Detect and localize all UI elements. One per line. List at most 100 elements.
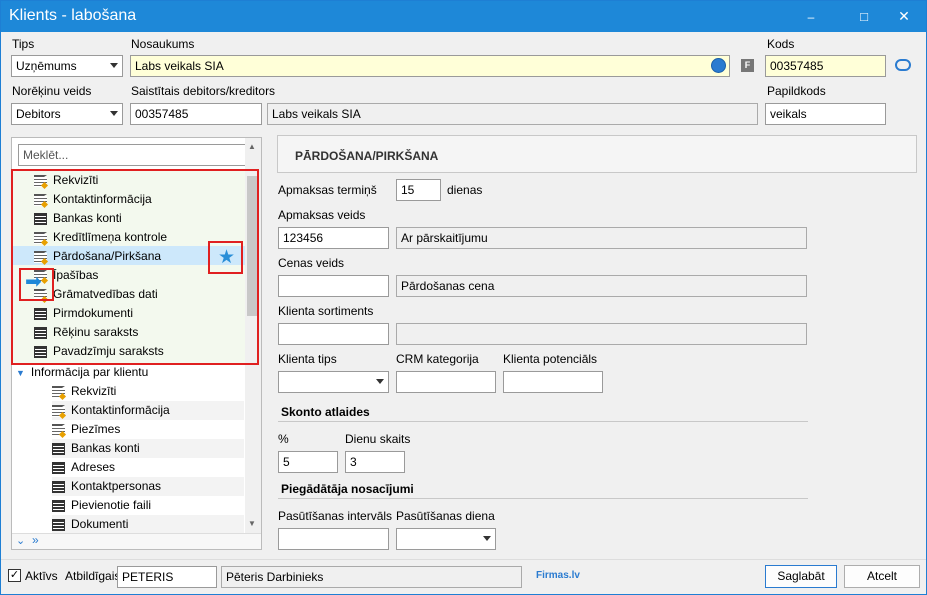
title-bar: Klients - labošana – □ ✕ [1,1,926,32]
chevron-down-icon [376,379,384,384]
divider [278,498,808,499]
noreķinu-select[interactable]: Debitors [11,103,123,125]
edit-note-icon [52,405,65,417]
tree-subitem-kontaktinformacija[interactable]: Kontaktinformācija [52,401,244,420]
apmaksas-veids-code-input[interactable]: 123456 [278,227,389,249]
klienta-sortiments-name-field [396,323,807,345]
close-button[interactable]: ✕ [881,1,927,32]
klienta-sortiments-code-input[interactable] [278,323,389,345]
apmaksas-termins-label: Apmaksas termiņš [278,183,377,197]
dienas-label: dienas [447,183,483,197]
cancel-button[interactable]: Atcelt [844,565,920,588]
apmaksas-termins-input[interactable]: 15 [396,179,441,201]
tips-value: Uzņēmums [16,59,77,73]
klienta-tips-label: Klienta tips [278,352,337,366]
tree-footer: ⌄ » [12,533,261,549]
tree-item-label: Kontaktinformācija [71,403,170,417]
name-label: Nosaukums [131,37,195,51]
aktivs-label: Aktīvs [25,569,58,583]
window-title: Klients - labošana [9,7,137,24]
papildkods-input[interactable]: veikals [765,103,886,125]
scroll-up-icon[interactable]: ▲ [248,142,256,151]
minimize-icon: – [807,9,815,24]
potencials-input[interactable] [503,371,603,393]
atbildigais-label: Atbildīgais [65,569,121,583]
tree-item-label: Pievienotie faili [71,498,152,512]
tips-label: Tips [12,37,35,51]
kods-input[interactable]: 00357485 [765,55,886,77]
table-icon [52,462,65,474]
pasutisanas-intervals-label: Pasūtīšanas intervāls [278,509,393,523]
tree-item-label: Dokumenti [71,517,129,531]
expand-all-icon[interactable]: ⌄ [16,534,25,547]
pasutisanas-diena-select[interactable] [396,528,496,550]
collapse-all-icon[interactable]: » [32,533,39,547]
atbildigais-name-field: Pēteris Darbinieks [221,566,522,588]
pasutisanas-diena-label: Pasūtīšanas diena [396,509,495,523]
klienta-tips-select[interactable] [278,371,389,393]
table-icon [52,500,65,512]
dienu-skaits-input[interactable]: 3 [345,451,405,473]
chevron-down-icon: ▼ [16,368,25,378]
save-button[interactable]: Saglabāt [765,565,837,588]
edit-note-icon [52,424,65,436]
atbildigais-code-input[interactable]: PETERIS [117,566,217,588]
edit-note-icon [52,386,65,398]
name-input[interactable]: Labs veikals SIA [130,55,730,77]
tree-subitem-rekviziti[interactable]: Rekvizīti [52,382,244,401]
close-icon: ✕ [898,8,910,24]
scroll-down-icon[interactable]: ▼ [248,519,256,528]
divider [278,421,808,422]
papildkods-label: Papildkods [767,84,826,98]
minimize-button[interactable]: – [788,1,834,32]
arrow-right-icon: ➡ [25,271,42,293]
crm-label: CRM kategorija [396,352,479,366]
saistitais-label: Saistītais debitors/kreditors [131,84,276,98]
tree-subitem-piezimes[interactable]: Piezīmes [52,420,244,439]
potencials-label: Klienta potenciāls [503,352,598,366]
klienta-sortiments-label: Klienta sortiments [278,304,374,318]
tree-subitem-adreses[interactable]: Adreses [52,458,244,477]
star-icon[interactable]: ★ [218,246,235,269]
cenas-veids-code-input[interactable] [278,275,389,297]
cenas-veids-name-field: Pārdošanas cena [396,275,807,297]
tree-subitem-dokumenti[interactable]: Dokumenti [52,515,244,534]
chevron-down-icon [483,536,491,541]
percent-input[interactable]: 5 [278,451,338,473]
noreķinu-value: Debitors [16,107,61,121]
cenas-veids-label: Cenas veids [278,256,345,270]
tree-item-label: Piezīmes [71,422,121,436]
tree-item-label: Rekvizīti [71,384,117,398]
tips-select[interactable]: Uzņēmums [11,55,123,77]
table-icon [52,481,65,493]
pasutisanas-intervals-input[interactable] [278,528,389,550]
globe-icon[interactable] [711,58,726,73]
saistitais-name-field: Labs veikals SIA [267,103,758,125]
chevron-down-icon [110,63,118,68]
percent-label: % [278,432,289,446]
dienu-skaits-label: Dienu skaits [345,432,411,446]
apmaksas-veids-label: Apmaksas veids [278,208,366,222]
chat-search-icon[interactable] [895,59,911,71]
client-edit-window: Klients - labošana – □ ✕ Tips Uzņēmums N… [0,0,927,595]
tree-group-label: Informācija par klientu [30,365,149,379]
saistitais-code-input[interactable]: 00357485 [130,103,262,125]
tree-group-informacija[interactable]: ▼ Informācija par klientu [16,363,148,382]
tree-subitem-faili[interactable]: Pievienotie faili [52,496,244,515]
table-icon [52,443,65,455]
kods-label: Kods [767,37,795,51]
tree-item-label: Adreses [71,460,116,474]
chevron-down-icon [110,111,118,116]
aktivs-checkbox[interactable]: ✓ [8,569,21,582]
search-input[interactable]: Meklēt... [18,144,255,166]
crm-input[interactable] [396,371,496,393]
firmas-link[interactable]: Firmas.lv [536,570,580,581]
maximize-icon: □ [860,9,868,24]
tree-subitem-kontaktpersonas[interactable]: Kontaktpersonas [52,477,244,496]
section-title: PĀRDOŠANA/PIRKŠANA [295,149,439,163]
piegadataja-title: Piegādātāja nosacījumi [281,482,414,496]
f-badge[interactable]: F [741,59,754,72]
section-header-panel: PĀRDOŠANA/PIRKŠANA [277,135,917,173]
tree-item-label: Kontaktpersonas [71,479,162,493]
tree-subitem-bankas[interactable]: Bankas konti [52,439,244,458]
